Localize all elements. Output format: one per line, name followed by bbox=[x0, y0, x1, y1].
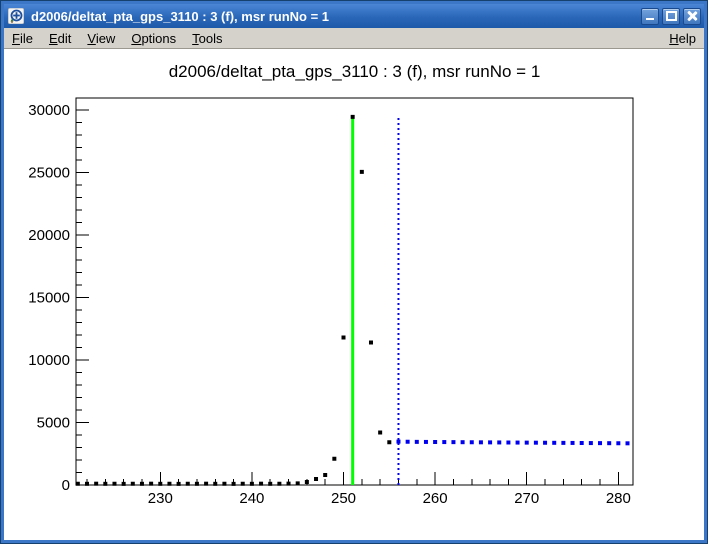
menu-item-view[interactable]: View bbox=[79, 29, 123, 48]
maximize-icon bbox=[666, 11, 677, 21]
minimize-button[interactable] bbox=[641, 8, 659, 25]
y-tick-label: 10000 bbox=[28, 352, 70, 369]
chart: d2006/deltat_pta_gps_3110 : 3 (f), msr r… bbox=[4, 49, 704, 540]
y-tick-label: 25000 bbox=[28, 165, 70, 182]
root-canvas-window: d2006/deltat_pta_gps_3110 : 3 (f), msr r… bbox=[0, 0, 708, 544]
x-tick-label: 250 bbox=[331, 490, 356, 507]
y-tick-label: 0 bbox=[62, 477, 70, 494]
menu-right: Help bbox=[661, 29, 704, 48]
root-canvas[interactable]: d2006/deltat_pta_gps_3110 : 3 (f), msr r… bbox=[4, 49, 704, 540]
menu-item-tools[interactable]: Tools bbox=[184, 29, 230, 48]
y-tick-label: 5000 bbox=[37, 415, 70, 432]
x-tick-label: 240 bbox=[239, 490, 264, 507]
theory-fit bbox=[396, 440, 629, 446]
y-tick-label: 20000 bbox=[28, 227, 70, 244]
x-tick-label: 230 bbox=[148, 490, 173, 507]
y-axis: 0 5000 10000 15000 20000 25000 30000 bbox=[28, 102, 89, 494]
window-title: d2006/deltat_pta_gps_3110 : 3 (f), msr r… bbox=[31, 9, 635, 24]
y-tick-label: 15000 bbox=[28, 290, 70, 307]
x-axis: 230 240 250 260 270 280 bbox=[87, 472, 631, 507]
data-histogram bbox=[76, 115, 391, 486]
menu-left: FileEditViewOptionsTools bbox=[4, 29, 231, 48]
maximize-button[interactable] bbox=[662, 8, 680, 25]
window-controls bbox=[641, 8, 701, 25]
menu-item-edit[interactable]: Edit bbox=[41, 29, 79, 48]
x-tick-label: 280 bbox=[606, 490, 631, 507]
menu-item-options[interactable]: Options bbox=[123, 29, 184, 48]
close-icon bbox=[687, 11, 697, 21]
close-button[interactable] bbox=[683, 8, 701, 25]
x-tick-label: 260 bbox=[423, 490, 448, 507]
menu-item-file[interactable]: File bbox=[4, 29, 41, 48]
plot-frame bbox=[76, 98, 633, 485]
root-app-icon bbox=[7, 7, 25, 25]
y-tick-label: 30000 bbox=[28, 102, 70, 119]
x-tick-label: 270 bbox=[514, 490, 539, 507]
titlebar[interactable]: d2006/deltat_pta_gps_3110 : 3 (f), msr r… bbox=[4, 4, 704, 28]
menu-item-help[interactable]: Help bbox=[661, 29, 704, 48]
plot-title: d2006/deltat_pta_gps_3110 : 3 (f), msr r… bbox=[169, 62, 541, 81]
menubar: FileEditViewOptionsTools Help bbox=[4, 28, 704, 49]
minimize-icon bbox=[646, 18, 654, 20]
